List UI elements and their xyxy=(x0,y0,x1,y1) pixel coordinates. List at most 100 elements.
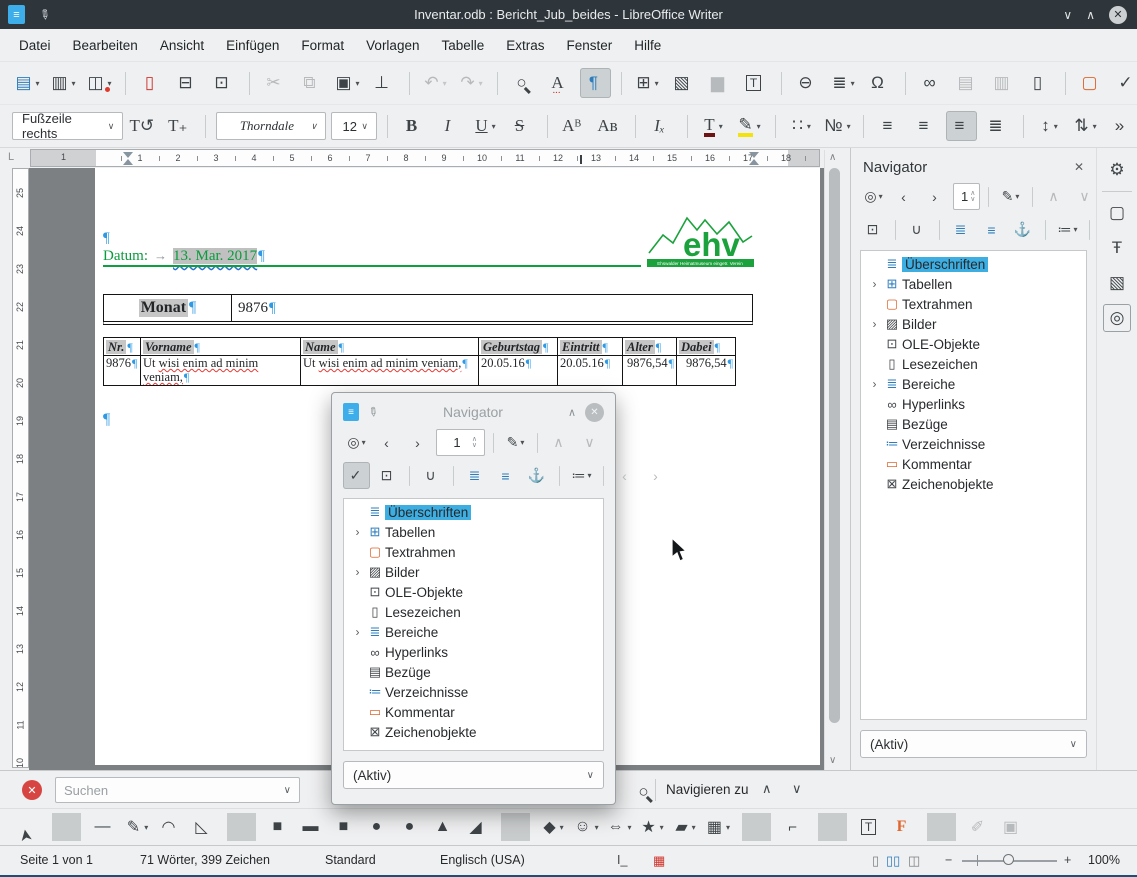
collapse-icon[interactable]: ∧ xyxy=(568,406,576,419)
callouts-button[interactable]: ▰▾ xyxy=(671,813,700,841)
right-triangle-tool[interactable]: ◢ xyxy=(463,813,492,841)
nav-item-textrahmen[interactable]: ▢Textrahmen xyxy=(344,542,603,562)
paragraph-style-select[interactable]: Fußzeile rechts∨ xyxy=(12,112,123,140)
page-info[interactable]: Seite 1 von 1 xyxy=(20,853,93,867)
insert-table-button[interactable]: ⊞▾ xyxy=(632,68,663,98)
sidebar-close-icon[interactable]: ✕ xyxy=(1074,160,1084,174)
save-button[interactable]: ◫▾ xyxy=(84,68,115,98)
toolbar-overflow-button[interactable]: » xyxy=(1106,111,1137,141)
scrollbar-thumb[interactable] xyxy=(829,168,840,723)
align-left-button[interactable]: ≡ xyxy=(874,111,905,141)
table-header-cell[interactable]: Vorname¶ xyxy=(141,338,301,355)
previous-button[interactable]: ‹ xyxy=(374,429,401,456)
copy-button[interactable]: ⧉ xyxy=(296,68,327,98)
justify-button[interactable]: ≣ xyxy=(982,111,1013,141)
ellipse-tool[interactable]: ● xyxy=(364,813,393,841)
properties-deck-tab[interactable]: ⚙ xyxy=(1103,156,1131,184)
curve-tool[interactable]: ◠ xyxy=(156,813,185,841)
table-cell[interactable]: Ut wisi enim ad minim veniam,¶ xyxy=(301,356,479,385)
special-character-button[interactable]: Ω xyxy=(864,68,895,98)
set-reminder-button[interactable]: ∪ xyxy=(904,216,931,243)
menu-format[interactable]: Format xyxy=(290,34,355,57)
new-document-button[interactable]: ▤▾ xyxy=(12,68,43,98)
nav-item-tabellen[interactable]: ›⊞Tabellen xyxy=(344,522,603,542)
page-style[interactable]: Standard xyxy=(325,853,376,867)
nav-item-tabellen[interactable]: ›⊞Tabellen xyxy=(861,274,1086,294)
nav-item-hyperlinks[interactable]: ∞Hyperlinks xyxy=(861,394,1086,414)
text-language[interactable]: Englisch (USA) xyxy=(440,853,525,867)
page-break-button[interactable]: ⊖ xyxy=(792,68,823,98)
edit-button[interactable]: ✎▾ xyxy=(502,429,529,456)
navigator-dialog-titlebar[interactable]: ≡ ✎ Navigator ∧ ✕ xyxy=(343,398,604,426)
nav-item-bilder[interactable]: ›▨Bilder xyxy=(861,314,1086,334)
navigator-dialog[interactable]: ≡ ✎ Navigator ∧ ✕ ◎▾‹›1∧ ∨✎▾∧∨ ✓⊡∪≣≡⚓≔▾‹… xyxy=(331,392,616,805)
nav-item-bezuege[interactable]: ▤Bezüge xyxy=(344,662,603,682)
monat-value-cell[interactable]: 9876¶ xyxy=(232,295,752,321)
insert-mode-icon[interactable]: I_ xyxy=(617,853,627,867)
pin-icon[interactable]: ✎ xyxy=(365,403,382,420)
nav-item-kommentar[interactable]: ▭Kommentar xyxy=(344,702,603,722)
select-tool[interactable]: ➤ xyxy=(12,810,45,843)
nav-item-lesezeichen[interactable]: ▯Lesezeichen xyxy=(344,602,603,622)
nav-item-bereiche[interactable]: ›≣Bereiche xyxy=(344,622,603,642)
menu-ansicht[interactable]: Ansicht xyxy=(149,34,215,57)
fontwork-button[interactable]: F xyxy=(889,813,918,841)
paste-button[interactable]: ▣▾ xyxy=(332,68,363,98)
track-changes-button[interactable]: ✓ xyxy=(1112,68,1137,98)
nav-item-lesezeichen[interactable]: ▯Lesezeichen xyxy=(861,354,1086,374)
table-header-cell[interactable]: Geburtstag¶ xyxy=(479,338,558,355)
edit-button[interactable]: ✎▾ xyxy=(997,183,1024,210)
insert-hyperlink-button[interactable]: ∞ xyxy=(916,68,947,98)
font-color-button[interactable]: T▾ xyxy=(698,111,729,141)
italic-button[interactable]: I xyxy=(434,111,465,141)
nav-item-ueberschriften[interactable]: ≣Überschriften xyxy=(344,502,603,522)
menu-einfuegen[interactable]: Einfügen xyxy=(215,34,290,57)
demote-level-button[interactable]: › xyxy=(643,462,670,489)
maximize-button[interactable]: ∧ xyxy=(1086,8,1095,22)
monat-table[interactable]: Monat¶ 9876¶ xyxy=(103,294,753,325)
vertical-scrollbar[interactable]: ∧ ∨ xyxy=(824,150,843,770)
indent-marker-right[interactable] xyxy=(749,152,759,165)
zoom-slider-handle[interactable] xyxy=(1003,854,1014,865)
chapter-up-button[interactable]: ∧ xyxy=(1041,183,1068,210)
clone-formatting-button[interactable]: ⊥ xyxy=(368,68,399,98)
document-selector[interactable]: (Aktiv)∨ xyxy=(343,761,604,789)
nav-item-kommentar[interactable]: ▭Kommentar xyxy=(861,454,1086,474)
table-cell[interactable]: Ut wisi enim ad minim veniam,¶ xyxy=(141,356,301,385)
anchor-toggle[interactable]: ⚓ xyxy=(524,462,551,489)
nav-item-hyperlinks[interactable]: ∞Hyperlinks xyxy=(344,642,603,662)
stars-button[interactable]: ★▾ xyxy=(638,813,667,841)
previous-button[interactable]: ‹ xyxy=(891,183,918,210)
chevron-down-icon[interactable]: ∨ xyxy=(284,785,291,796)
triangle-tool[interactable]: ▲ xyxy=(430,813,459,841)
members-table[interactable]: Nr.¶Vorname¶Name¶Geburtstag¶Eintritt¶Alt… xyxy=(103,337,736,386)
insert-bookmark-button[interactable]: ▯ xyxy=(1024,68,1055,98)
freeform-line-tool[interactable]: ✎▾ xyxy=(123,813,152,841)
vertical-ruler[interactable]: 25242322212019181716151413121110 xyxy=(12,168,29,768)
nav-item-bereiche[interactable]: ›≣Bereiche xyxy=(861,374,1086,394)
monat-cell[interactable]: Monat¶ xyxy=(104,295,232,321)
navigate-down-button[interactable]: ∨ xyxy=(792,781,802,797)
polygon-tool[interactable]: ◺ xyxy=(189,813,218,841)
page-spinbox[interactable]: 1∧ ∨ xyxy=(436,429,485,456)
new-style-button[interactable]: T₊ xyxy=(164,111,195,141)
insert-field-button[interactable]: ≣▾ xyxy=(828,68,859,98)
zoom-in-button[interactable]: + xyxy=(1064,853,1071,867)
insert-footnote-button[interactable]: ▤ xyxy=(952,68,983,98)
subscript-button[interactable]: Aʙ xyxy=(594,111,625,141)
promote-level-button[interactable]: ‹ xyxy=(612,462,639,489)
header-footer-toggle[interactable]: ⊡ xyxy=(860,216,887,243)
line-tool[interactable]: — xyxy=(90,813,119,841)
content-view-toggle[interactable]: ✓ xyxy=(343,462,370,489)
nav-item-ole-objekte[interactable]: ⊡OLE-Objekte xyxy=(861,334,1086,354)
menu-bearbeiten[interactable]: Bearbeiten xyxy=(62,34,149,57)
strikethrough-button[interactable]: S xyxy=(506,111,537,141)
block-arrows-button[interactable]: ⇔▾ xyxy=(605,813,634,841)
horizontal-ruler[interactable]: 1 12345678910111213141516171819 xyxy=(30,149,820,167)
indent-marker-left[interactable] xyxy=(123,152,133,165)
gallery-deck-tab[interactable]: ▧ xyxy=(1103,269,1131,297)
set-reminder-button[interactable]: ∪ xyxy=(418,462,445,489)
close-button[interactable]: ✕ xyxy=(1109,6,1127,24)
chapter-down-button[interactable]: ∨ xyxy=(577,429,604,456)
spelling-button[interactable]: A xyxy=(544,68,575,98)
